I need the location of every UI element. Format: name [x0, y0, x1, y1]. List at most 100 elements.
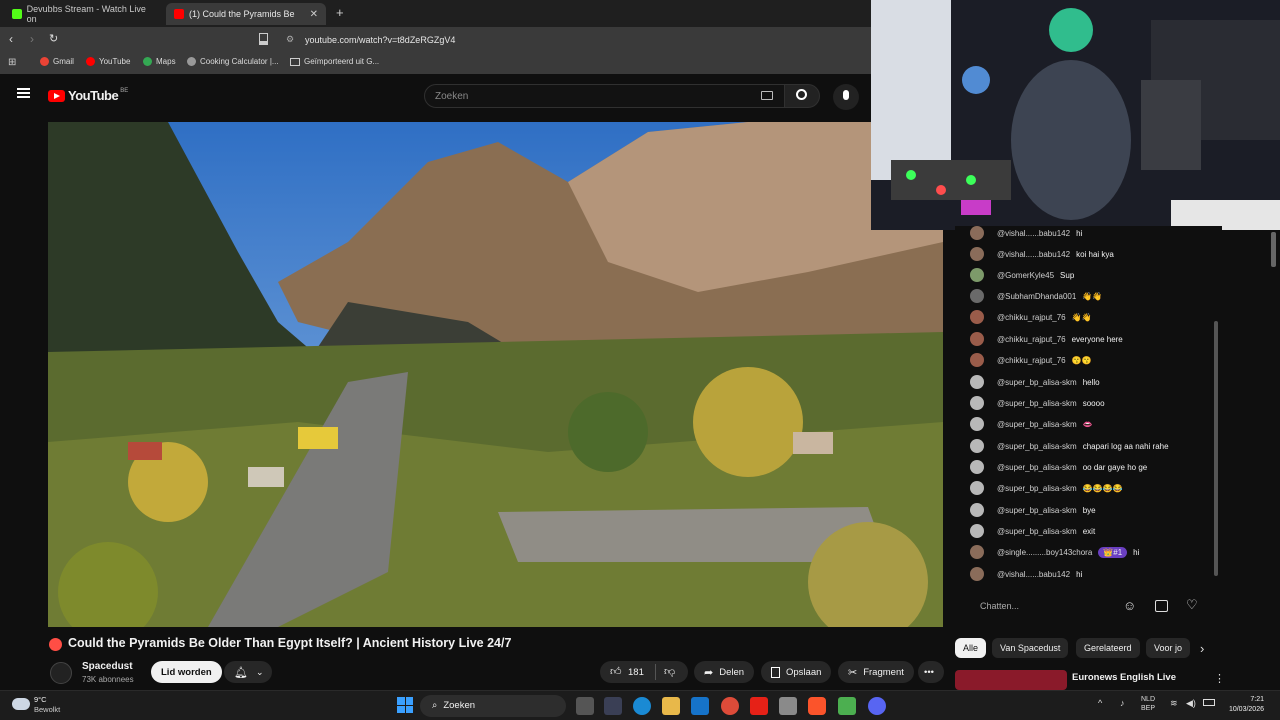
- share-button[interactable]: ➦ Delen: [694, 661, 755, 683]
- related-thumbnail[interactable]: [955, 670, 1067, 690]
- chat-message: @chikku_rajput_76 😗😗: [970, 351, 1092, 369]
- menu-icon[interactable]: [17, 88, 30, 98]
- folder-icon: [290, 57, 300, 66]
- chat-message: @super_bp_alisa-skm 😂😂😂😂: [970, 479, 1123, 497]
- apps-grid-icon[interactable]: ⊞: [8, 57, 16, 68]
- reload-icon[interactable]: ↻: [49, 32, 58, 45]
- back-icon[interactable]: ‹: [9, 32, 13, 46]
- avatar: [970, 439, 984, 453]
- chat-message: @super_bp_alisa-skm soooo: [970, 394, 1105, 412]
- avatar: [970, 247, 984, 261]
- chat-message: @super_bp_alisa-skm 👄: [970, 415, 1093, 433]
- edge-icon[interactable]: [633, 697, 651, 715]
- join-button[interactable]: Lid worden: [151, 661, 222, 683]
- video-title: Could the Pyramids Be Older Than Egypt I…: [68, 636, 512, 650]
- like-button[interactable]: 👍︎: [610, 665, 622, 678]
- keyboard-icon[interactable]: [761, 91, 773, 100]
- channel-avatar[interactable]: [50, 662, 72, 684]
- emoji-icon[interactable]: ☺: [1123, 598, 1136, 613]
- search-button[interactable]: [784, 84, 820, 108]
- related-title[interactable]: Euronews English Live: [1072, 672, 1176, 683]
- windows-start-icon[interactable]: [397, 697, 413, 713]
- wifi-icon[interactable]: ≋: [1170, 698, 1178, 709]
- chip-from-channel[interactable]: Van Spacedust: [992, 638, 1069, 658]
- youtube-logo[interactable]: YouTube BE: [48, 88, 128, 103]
- search-icon: [796, 89, 807, 100]
- outlook-icon[interactable]: [691, 697, 709, 715]
- youtube-favicon-icon: [174, 9, 184, 19]
- chat-message: @vishal......babu142 hi: [970, 565, 1082, 583]
- channel-name[interactable]: Spacedust: [82, 661, 133, 672]
- mic-tray-icon[interactable]: ♪: [1120, 698, 1125, 708]
- chevron-right-icon[interactable]: ›: [1200, 641, 1204, 656]
- avatar: [970, 268, 984, 282]
- chat-message: @vishal......babu142 koi hai kya: [970, 245, 1114, 263]
- store-icon[interactable]: [604, 697, 622, 715]
- avatar: [970, 332, 984, 346]
- avatar: [970, 417, 984, 431]
- site-info-icon[interactable]: ⚙: [286, 34, 294, 45]
- file-explorer-icon[interactable]: [662, 697, 680, 715]
- dislike-button[interactable]: 👎︎: [664, 665, 675, 678]
- page-scrollbar[interactable]: [1271, 232, 1276, 267]
- bookmark-maps[interactable]: Maps: [143, 57, 176, 66]
- avatar: [970, 289, 984, 303]
- bookmark-cooking[interactable]: Cooking Calculator |...: [187, 57, 279, 66]
- discord-icon[interactable]: [868, 697, 886, 715]
- chrome-icon[interactable]: [721, 697, 739, 715]
- chat-badge: 👑#1: [1098, 546, 1128, 558]
- chat-input[interactable]: Chatten... ☺ ♡: [968, 596, 1208, 618]
- tray-chevron-icon[interactable]: ^: [1098, 698, 1102, 708]
- bookmark-icon[interactable]: [259, 33, 268, 45]
- brave-icon[interactable]: [808, 697, 826, 715]
- chevron-down-icon: ⌄: [255, 666, 264, 677]
- microphone-icon: [843, 90, 849, 100]
- webcam-scene: [871, 0, 1280, 230]
- forward-icon[interactable]: ›: [30, 32, 34, 46]
- task-view-icon[interactable]: [576, 697, 594, 715]
- search-input[interactable]: Zoeken: [424, 84, 785, 108]
- address-bar[interactable]: youtube.com/watch?v=t8dZeRGZgV4: [305, 35, 455, 45]
- tab-youtube-active[interactable]: (1) Could the Pyramids Be ✕: [166, 3, 326, 25]
- bookmark-youtube[interactable]: YouTube: [86, 57, 130, 66]
- chip-related[interactable]: Gerelateerd: [1076, 638, 1140, 658]
- clip-button[interactable]: ✂ Fragment: [838, 661, 914, 683]
- save-icon: [771, 666, 780, 678]
- bookmark-gmail[interactable]: Gmail: [40, 57, 74, 66]
- save-button[interactable]: Opslaan: [761, 661, 832, 683]
- more-actions-button[interactable]: •••: [918, 661, 944, 683]
- clock[interactable]: 7:21 10/03/2026: [1224, 695, 1264, 715]
- chat-scrollbar[interactable]: [1214, 321, 1218, 576]
- chat-message: @GomerKyle45 Sup: [970, 266, 1074, 284]
- chat-message: @chikku_rajput_76 👋👋: [970, 308, 1092, 326]
- chat-message: @chikku_rajput_76 everyone here: [970, 330, 1123, 348]
- ellipsis-icon: •••: [924, 666, 934, 678]
- bookmark-imported[interactable]: Geïmporteerd uit G...: [290, 57, 379, 66]
- volume-icon[interactable]: ◀): [1186, 698, 1196, 709]
- chat-message: @vishal......babu142 hi: [970, 224, 1082, 242]
- like-dislike-group: 👍︎ 181 👎︎: [600, 661, 688, 683]
- new-tab-icon[interactable]: +: [336, 5, 344, 20]
- notifications-button[interactable]: 🔔︎ ⌄: [224, 661, 272, 683]
- youtube-app-icon[interactable]: [750, 697, 768, 715]
- weather-temp[interactable]: 9°C: [34, 695, 47, 704]
- tab-devubbs[interactable]: Devubbs Stream - Watch Live on: [4, 3, 162, 25]
- more-options-icon[interactable]: ⋮: [1214, 672, 1225, 685]
- maps-icon: [143, 57, 152, 66]
- voice-search-button[interactable]: [833, 84, 859, 110]
- weather-desc[interactable]: Bewolkt: [34, 705, 60, 714]
- heart-icon[interactable]: ♡: [1186, 597, 1198, 613]
- calculator-icon[interactable]: [779, 697, 797, 715]
- avatar: [970, 567, 984, 581]
- browser-toolbar: ‹ › ↻ ⚙ youtube.com/watch?v=t8dZeRGZgV4: [0, 27, 871, 53]
- tab-label: Devubbs Stream - Watch Live on: [26, 4, 146, 24]
- language-indicator[interactable]: NLD BEP: [1141, 695, 1155, 713]
- video-player[interactable]: [48, 122, 943, 627]
- chip-for-you[interactable]: Voor jo: [1146, 638, 1190, 658]
- close-tab-icon[interactable]: ✕: [310, 9, 318, 20]
- battery-icon[interactable]: [1203, 699, 1215, 706]
- super-chat-icon[interactable]: [1155, 600, 1168, 612]
- taskbar-search[interactable]: ⌕ Zoeken: [420, 695, 566, 717]
- chip-all[interactable]: Alle: [955, 638, 987, 658]
- app-icon[interactable]: [838, 697, 856, 715]
